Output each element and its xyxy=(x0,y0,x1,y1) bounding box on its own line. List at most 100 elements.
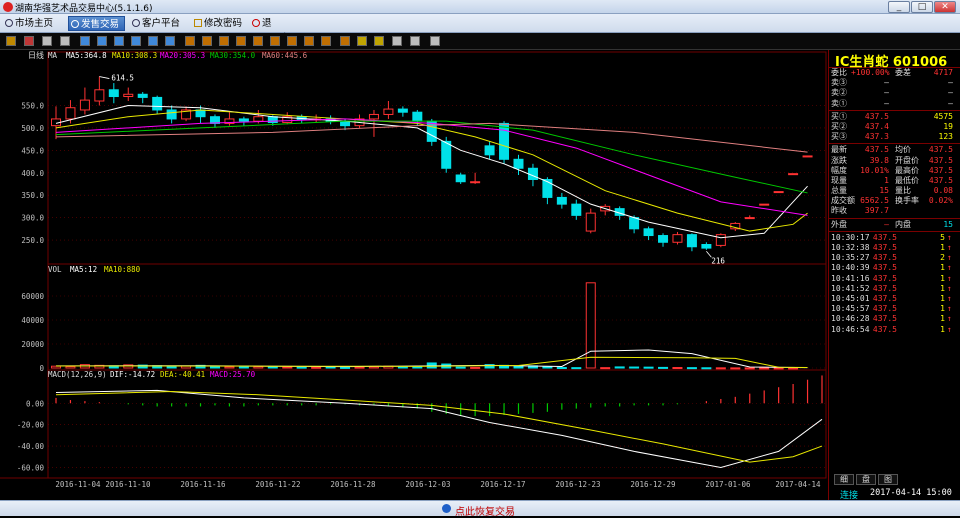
quote-panel: IC生肖蛇 601006 委比 +100.00% 委差 4717 卖③ — — 卖② — — 卖① —… xyxy=(828,50,960,500)
price-axis-label: 550.0 xyxy=(21,101,44,110)
stat-row: 成交额 6562.5 换手率 0.02% xyxy=(829,196,960,206)
toolbar-tool-5-icon[interactable] xyxy=(97,36,107,46)
quote-value: — xyxy=(884,78,889,88)
volume-bar xyxy=(571,367,582,370)
candle-body xyxy=(499,122,510,160)
toolbar-tool-9-icon[interactable] xyxy=(165,36,175,46)
volume-bar xyxy=(585,282,596,369)
tick-price: 437.5 xyxy=(872,253,897,263)
toolbar-tool-6-icon[interactable] xyxy=(114,36,124,46)
tick-qty: 2 xyxy=(940,253,945,263)
volume-bar xyxy=(253,366,264,369)
date-axis-label: 2016-12-17 xyxy=(480,480,525,489)
quote-label: 卖① xyxy=(831,98,847,108)
chart-toolbar xyxy=(0,33,960,50)
tick-price: 437.5 xyxy=(872,324,897,334)
menu-market-home[interactable]: 市场主页 xyxy=(3,16,63,31)
macd-axis-label: -60.00 xyxy=(17,463,45,472)
quote-top-row: 卖② — — xyxy=(829,88,960,98)
candle-body xyxy=(368,113,379,120)
toolbar-tool-18-icon[interactable] xyxy=(321,36,331,46)
menu-client-platform[interactable]: 客户平台 xyxy=(130,16,188,31)
close-button[interactable]: ✕ xyxy=(934,1,956,13)
stat-label: 均价 xyxy=(895,145,911,155)
toolbar-tool-19-icon[interactable] xyxy=(340,36,350,46)
stat-label: 最新 xyxy=(831,145,847,155)
date-axis-label: 2016-12-29 xyxy=(630,480,675,489)
candle-body xyxy=(441,140,452,169)
restore-icon xyxy=(442,504,451,513)
toolbar-tool-16-icon[interactable] xyxy=(287,36,297,46)
toolbar-tool-14-icon[interactable] xyxy=(253,36,263,46)
tick-up-icon: ↑ xyxy=(947,263,952,273)
trade-icon xyxy=(71,20,79,28)
toolbar-tool-24-icon[interactable] xyxy=(430,36,440,46)
minimize-button[interactable]: _ xyxy=(888,1,910,13)
menu-exit[interactable]: 退出 xyxy=(250,16,292,44)
candle-body xyxy=(672,234,683,243)
volume-bar xyxy=(600,367,611,370)
toolbar-tool-11-icon[interactable] xyxy=(202,36,212,46)
maximize-button[interactable]: □ xyxy=(911,1,933,13)
stat-label: 总量 xyxy=(831,186,847,196)
window-title: 湖南华强艺术品交易中心(5.1.1.6) xyxy=(15,4,153,14)
vol-axis-label: 0 xyxy=(39,364,44,373)
tick-up-icon: ↑ xyxy=(947,253,952,263)
toolbar-tool-23-icon[interactable] xyxy=(410,36,420,46)
date-axis-label: 2016-12-23 xyxy=(555,480,600,489)
price-axis-label: 500.0 xyxy=(21,124,44,133)
toolbar-tool-0-icon[interactable] xyxy=(6,36,16,46)
volume-bar xyxy=(658,366,669,369)
toolbar-tool-3-icon[interactable] xyxy=(60,36,70,46)
tab-chart[interactable]: 图 xyxy=(878,474,898,485)
toolbar-tool-17-icon[interactable] xyxy=(304,36,314,46)
toolbar-tool-1-icon[interactable] xyxy=(24,36,34,46)
date-axis-label: 2016-11-16 xyxy=(180,480,226,489)
low-price-label: 216 xyxy=(711,256,725,265)
price-axis-label: 250.0 xyxy=(21,236,44,245)
stat-value: 15 xyxy=(879,186,889,196)
volume-bar xyxy=(614,366,625,369)
volume-bar xyxy=(325,366,336,369)
bid-row: 买② 437.4 19 xyxy=(829,122,960,132)
menu-issue-trade[interactable]: 发售交易 xyxy=(68,16,125,31)
stat-label: 昨收 xyxy=(831,206,847,216)
panel-frame-1 xyxy=(47,263,827,371)
bottom-bar: 点此恢复交易 xyxy=(0,500,960,518)
kline-chart-area[interactable]: 550.0 500.0 450.0 400.0 350.0 300.0 250.0 614.5… xyxy=(0,50,828,497)
menu-change-password[interactable]: 修改密码 xyxy=(192,16,254,31)
tab-book[interactable]: 盘 xyxy=(856,474,876,485)
toolbar-tool-2-icon[interactable] xyxy=(42,36,52,46)
candle-body xyxy=(470,181,481,184)
stat-label: 开盘价 xyxy=(895,155,919,165)
candle-body xyxy=(759,203,770,206)
candle-body xyxy=(788,173,799,176)
toolbar-tool-4-icon[interactable] xyxy=(80,36,90,46)
toolbar-tool-13-icon[interactable] xyxy=(236,36,246,46)
tab-detail[interactable]: 细 xyxy=(834,474,854,485)
volume-bar xyxy=(788,367,799,370)
tick-up-icon: ↑ xyxy=(947,293,952,303)
tick-price: 437.5 xyxy=(872,232,897,242)
stat-value: 39.8 xyxy=(869,155,889,165)
stat-row: 最新 437.5 均价 437.5 xyxy=(829,145,960,155)
candle-body xyxy=(556,196,567,205)
toolbar-tool-8-icon[interactable] xyxy=(148,36,158,46)
date-axis-label: 2016-11-28 xyxy=(330,480,376,489)
toolbar-tool-7-icon[interactable] xyxy=(131,36,141,46)
toolbar-tool-12-icon[interactable] xyxy=(219,36,229,46)
quote-label: 卖③ xyxy=(831,78,847,88)
toolbar-tool-21-icon[interactable] xyxy=(374,36,384,46)
kline-chart[interactable]: 550.0 500.0 450.0 400.0 350.0 300.0 250.0 614.5… xyxy=(0,50,828,497)
candle-body xyxy=(527,167,538,180)
toolbar-tool-22-icon[interactable] xyxy=(392,36,402,46)
volume-bar xyxy=(412,366,423,369)
quote-divider xyxy=(829,109,960,111)
toolbar-tool-10-icon[interactable] xyxy=(185,36,195,46)
bid-label: 买③ xyxy=(831,132,847,142)
toolbar-tool-15-icon[interactable] xyxy=(270,36,280,46)
toolbar-tool-20-icon[interactable] xyxy=(357,36,367,46)
ma60-legend: MA60:445.6 xyxy=(262,51,308,60)
stat-value: 6562.5 xyxy=(860,196,889,206)
volume-bar xyxy=(556,367,567,370)
